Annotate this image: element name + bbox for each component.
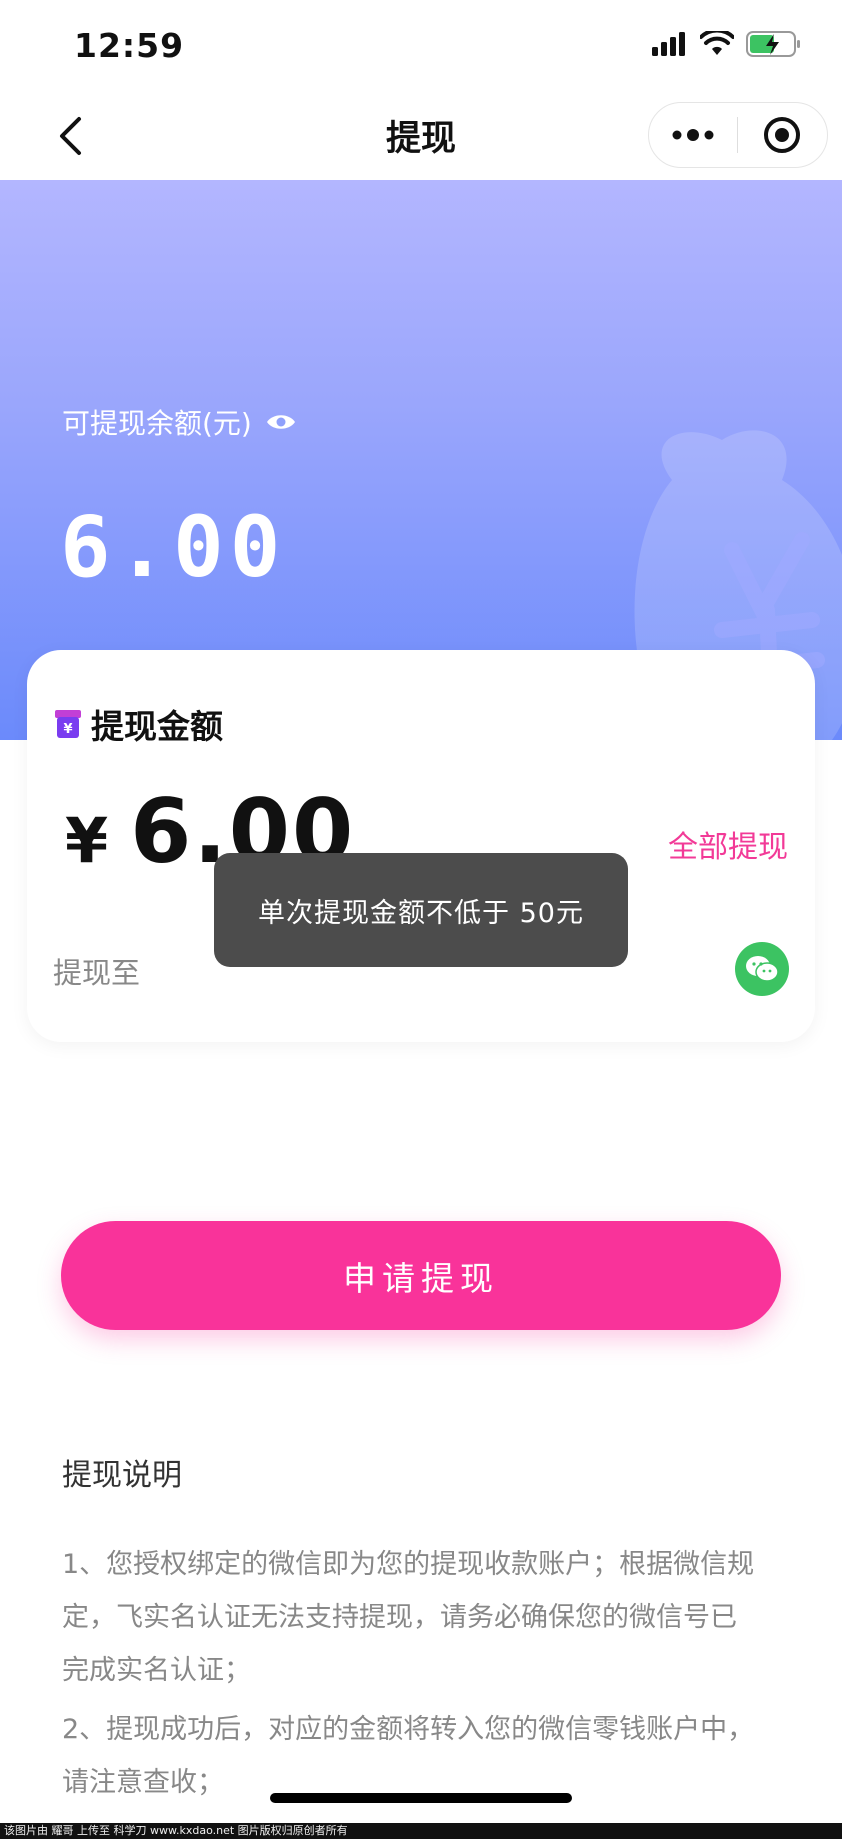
instructions-list: 1、您授权绑定的微信即为您的提现收款账户；根据微信规定，飞实名认证无法支持提现，…: [62, 1538, 762, 1815]
cellular-signal-icon: [652, 32, 685, 56]
card-title-row: ¥ 提现金额: [55, 700, 223, 748]
wallet-yuan-icon: ¥: [55, 710, 81, 738]
withdraw-to-label: 提现至: [53, 956, 141, 990]
target-circle-icon: [764, 117, 800, 153]
withdraw-card: ¥ 提现金额 ¥ 6.00 全部提现 提现至: [27, 650, 815, 1042]
card-title: 提现金额: [91, 707, 223, 746]
nav-bar: 提现: [0, 92, 842, 180]
wechat-icon[interactable]: [735, 942, 789, 996]
status-bar: 12:59: [0, 0, 842, 92]
withdraw-all-button[interactable]: 全部提现: [668, 822, 788, 866]
svg-text:¥: ¥: [63, 722, 72, 737]
wechat-logo-icon: [746, 956, 779, 982]
balance-label: 可提现余额(元): [62, 407, 252, 440]
instruction-item: 1、您授权绑定的微信即为您的提现收款账户；根据微信规定，飞实名认证无法支持提现，…: [62, 1549, 755, 1686]
miniprogram-capsule: [648, 102, 828, 168]
more-dots-icon: [672, 129, 714, 141]
toast-message: 单次提现金额不低于 50元: [214, 853, 628, 967]
balance-label-row: 可提现余额(元): [62, 402, 296, 442]
more-button[interactable]: [649, 103, 737, 167]
watermark: 该图片由 耀哥 上传至 科学刀 www.kxdao.net 图片版权归原创者所有: [0, 1823, 842, 1839]
status-icons: [652, 30, 802, 58]
balance-value: 6.00: [60, 498, 287, 596]
close-miniprogram-button[interactable]: [738, 103, 826, 167]
apply-withdraw-button[interactable]: 申请提现: [61, 1221, 781, 1330]
eye-icon[interactable]: [266, 412, 296, 432]
battery-charging-icon: [746, 31, 800, 57]
instructions-title: 提现说明: [62, 1458, 182, 1493]
currency-symbol: ¥: [65, 804, 109, 877]
wifi-icon: [700, 31, 734, 55]
home-indicator[interactable]: [270, 1793, 572, 1803]
status-time: 12:59: [74, 26, 185, 65]
